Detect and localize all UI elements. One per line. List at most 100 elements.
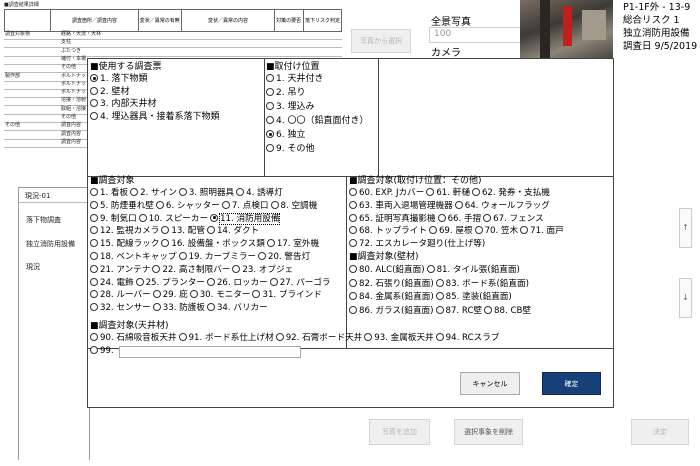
scroll-down-button[interactable]: ↓ bbox=[679, 278, 692, 318]
radio-icon[interactable] bbox=[426, 265, 435, 273]
radio-icon[interactable] bbox=[138, 213, 147, 222]
radio-icon[interactable] bbox=[252, 290, 261, 299]
radio-icon[interactable] bbox=[454, 200, 463, 209]
ceiling-option[interactable]: 92. 石膏ボード天井 bbox=[275, 333, 362, 343]
mount-option[interactable]: 2. 吊り bbox=[266, 88, 305, 98]
radio-icon[interactable] bbox=[90, 346, 98, 354]
target-option[interactable]: 23. オブジェ bbox=[232, 264, 293, 275]
radio-icon[interactable] bbox=[90, 239, 98, 248]
wall-option[interactable]: 81. タイル張(鉛直面) bbox=[426, 265, 520, 275]
radio-icon[interactable] bbox=[206, 277, 215, 286]
target-option[interactable]: 24. 電飾 bbox=[90, 277, 134, 288]
target-option[interactable]: 11. 消防用設備 bbox=[210, 212, 281, 225]
wall-option[interactable]: 85. 塗装(鉛直面) bbox=[435, 292, 512, 302]
target-other-option[interactable]: 60. EXP. Jカバー bbox=[349, 188, 424, 198]
radio-icon[interactable] bbox=[161, 239, 170, 248]
confirm-button[interactable]: 確定 bbox=[542, 372, 601, 395]
ceiling-option[interactable]: 90. 石綿吸音板天井 bbox=[90, 333, 177, 343]
target-option[interactable]: 17. 室外機 bbox=[266, 239, 319, 249]
wall-option[interactable]: 84. 金属系(鉛直面) bbox=[349, 292, 434, 302]
target-other-option[interactable]: 72. エスカレータ廻り(仕上げ等) bbox=[349, 239, 485, 249]
radio-icon[interactable] bbox=[178, 188, 187, 196]
target-option[interactable]: 5. 防煙垂れ壁 bbox=[90, 200, 154, 211]
target-option[interactable]: 28. ルーバー bbox=[90, 290, 151, 300]
radio-icon[interactable] bbox=[435, 278, 444, 287]
target-option[interactable]: 18. ベントキャップ bbox=[90, 252, 177, 262]
radio-icon[interactable] bbox=[349, 265, 357, 273]
target-other-option[interactable]: 67. フェンス bbox=[483, 213, 544, 224]
radio-icon[interactable] bbox=[266, 102, 274, 110]
wall-option[interactable]: 88. CB壁 bbox=[484, 305, 531, 316]
target-option[interactable]: 29. 庇 bbox=[152, 290, 188, 300]
radio-icon[interactable] bbox=[135, 277, 144, 286]
target-option[interactable]: 16. 設備盤・ボックス類 bbox=[161, 239, 265, 249]
wall-option[interactable]: 83. ボード系(鉛直面) bbox=[435, 278, 529, 289]
radio-icon[interactable] bbox=[520, 226, 529, 235]
radio-icon[interactable] bbox=[130, 188, 139, 196]
radio-icon[interactable] bbox=[152, 303, 161, 312]
target-option[interactable]: 4. 誘導灯 bbox=[236, 188, 283, 198]
radio-icon[interactable] bbox=[206, 303, 215, 312]
sidebar-item-status[interactable]: 現況 bbox=[26, 262, 40, 272]
radio-icon[interactable] bbox=[155, 200, 164, 209]
target-option[interactable]: 22. 高さ制限バー bbox=[152, 264, 230, 275]
ceiling-option[interactable]: 93. 金属板天井 bbox=[364, 333, 434, 343]
radio-icon[interactable] bbox=[178, 252, 187, 260]
radio-icon[interactable] bbox=[435, 333, 444, 341]
target-option[interactable]: 15. 配線ラック bbox=[90, 239, 159, 249]
target-option[interactable]: 25. プランター bbox=[135, 277, 205, 288]
ceiling-option[interactable]: 99. bbox=[90, 346, 114, 356]
target-other-option[interactable]: 69. 屋根 bbox=[428, 226, 473, 236]
radio-icon[interactable] bbox=[206, 226, 215, 235]
radio-icon[interactable] bbox=[189, 290, 198, 299]
target-other-option[interactable]: 66. 手摺 bbox=[437, 213, 481, 224]
thumbnail-photo[interactable] bbox=[520, 0, 613, 58]
radio-icon[interactable] bbox=[349, 188, 357, 196]
radio-icon[interactable] bbox=[161, 226, 170, 235]
radio-icon[interactable] bbox=[349, 213, 357, 222]
radio-icon[interactable] bbox=[152, 290, 161, 299]
radio-icon[interactable] bbox=[349, 292, 357, 300]
radio-icon[interactable] bbox=[426, 188, 435, 196]
radio-icon[interactable] bbox=[90, 252, 98, 260]
radio-icon[interactable] bbox=[90, 111, 98, 120]
target-option[interactable]: 34. バリカー bbox=[206, 303, 268, 313]
wall-option[interactable]: 87. RC壁 bbox=[435, 305, 482, 316]
ceiling-option[interactable]: 91. ボード系仕上げ材 bbox=[178, 333, 274, 343]
sheet-option[interactable]: 4. 埋込器具・接着系落下物類 bbox=[90, 111, 219, 122]
radio-icon[interactable] bbox=[349, 200, 357, 209]
radio-icon[interactable] bbox=[269, 277, 278, 286]
radio-icon[interactable] bbox=[221, 200, 230, 209]
radio-icon[interactable] bbox=[90, 99, 98, 107]
radio-icon[interactable] bbox=[90, 213, 98, 222]
radio-icon[interactable] bbox=[90, 303, 98, 312]
sidebar-item-fire-equipment[interactable]: 独立消防用設備 bbox=[26, 239, 75, 249]
radio-icon[interactable] bbox=[232, 264, 241, 273]
radio-icon[interactable] bbox=[484, 305, 493, 314]
radio-icon[interactable] bbox=[349, 239, 357, 248]
select-from-photo-button[interactable]: 写真から選択 bbox=[351, 29, 411, 53]
delete-selected-button[interactable]: 選択事象を削除 bbox=[454, 419, 523, 445]
target-other-option[interactable]: 71. 面戸 bbox=[520, 226, 564, 236]
scroll-up-button[interactable]: ↑ bbox=[679, 208, 692, 248]
target-other-option[interactable]: 65. 証明写真撮影機 bbox=[349, 213, 436, 224]
target-other-option[interactable]: 70. 笠木 bbox=[474, 226, 518, 236]
other-text-input[interactable] bbox=[119, 346, 301, 358]
target-option[interactable]: 8. 空調機 bbox=[270, 200, 317, 211]
sheet-option[interactable]: 1. 落下物類 bbox=[90, 74, 147, 84]
target-option[interactable]: 19. カーブミラー bbox=[178, 252, 256, 262]
target-option[interactable]: 26. ロッカー bbox=[206, 277, 268, 288]
target-option[interactable]: 13. 配管 bbox=[161, 226, 205, 236]
target-option[interactable]: 1. 看板 bbox=[90, 188, 128, 198]
radio-icon[interactable] bbox=[435, 305, 444, 314]
radio-icon[interactable] bbox=[266, 130, 274, 138]
mount-option[interactable]: 4. 〇〇（鉛直面付き） bbox=[266, 116, 368, 126]
radio-icon[interactable] bbox=[437, 213, 446, 222]
target-option[interactable]: 30. モニター bbox=[189, 290, 250, 300]
target-option[interactable]: 33. 防護板 bbox=[152, 303, 205, 313]
wall-option[interactable]: 80. ALC(鉛直面) bbox=[349, 265, 425, 275]
radio-icon[interactable] bbox=[90, 200, 98, 209]
radio-icon[interactable] bbox=[483, 213, 492, 222]
radio-icon[interactable] bbox=[90, 226, 98, 235]
target-option[interactable]: 3. 照明器具 bbox=[178, 188, 234, 198]
